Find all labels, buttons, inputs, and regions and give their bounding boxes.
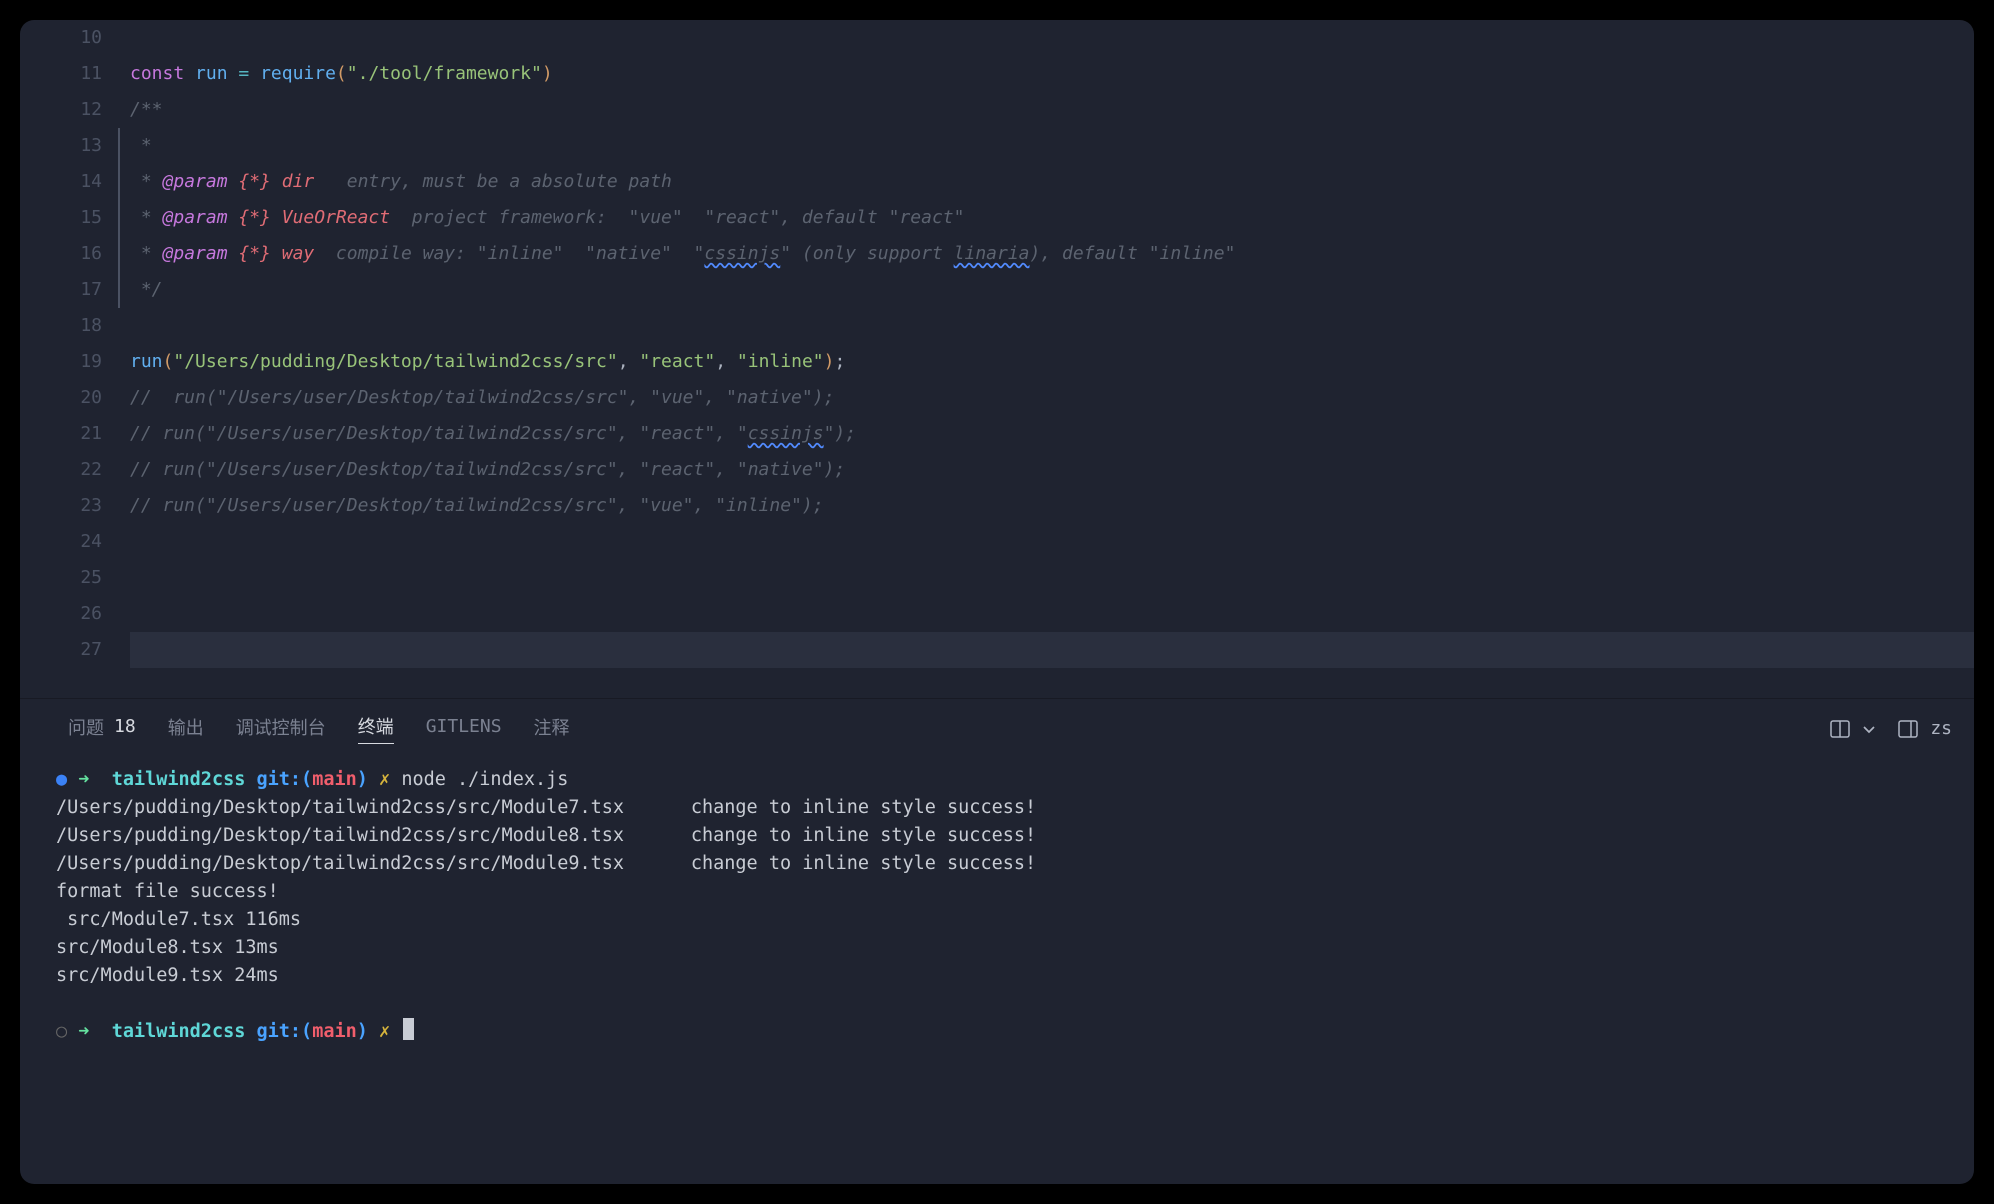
code-line: const run = require("./tool/framework")	[130, 56, 1974, 92]
code-line: */	[130, 272, 1974, 308]
terminal-prompt-line: ○ ➜ tailwind2css git:(main) ✗	[56, 1018, 1952, 1046]
tab-comments[interactable]: 注释	[534, 714, 570, 744]
tab-gitlens[interactable]: GITLENS	[426, 716, 502, 741]
terminal-line: /Users/pudding/Desktop/tailwind2css/src/…	[56, 794, 1952, 822]
code-line: * @param {*} VueOrReact project framewor…	[130, 200, 1974, 236]
chevron-down-icon[interactable]	[1862, 722, 1876, 736]
split-panel-icon[interactable]	[1830, 720, 1850, 738]
panel-right-label: zs	[1930, 718, 1952, 739]
code-line	[130, 524, 1974, 560]
tab-terminal[interactable]: 终端	[358, 713, 394, 744]
layout-icon[interactable]	[1898, 720, 1918, 738]
tab-label: 问题	[68, 714, 104, 740]
terminal-output[interactable]: ● ➜ tailwind2css git:(main) ✗ node ./ind…	[20, 754, 1974, 1066]
code-line: // run("/Users/user/Desktop/tailwind2css…	[130, 488, 1974, 524]
terminal-command: node ./index.js	[401, 769, 568, 790]
tab-debug-console[interactable]: 调试控制台	[236, 714, 326, 744]
code-content[interactable]: const run = require("./tool/framework") …	[130, 20, 1974, 668]
code-line: // run("/Users/user/Desktop/tailwind2css…	[130, 380, 1974, 416]
terminal-cursor	[403, 1018, 414, 1040]
code-line: /**	[130, 92, 1974, 128]
editor-window: 101112 131415 161718 192021 222324 25262…	[20, 20, 1974, 1184]
code-line: // run("/Users/user/Desktop/tailwind2css…	[130, 416, 1974, 452]
line-gutter: 101112 131415 161718 192021 222324 25262…	[20, 20, 130, 668]
code-line: run("/Users/pudding/Desktop/tailwind2css…	[130, 344, 1974, 380]
code-line-active	[130, 632, 1974, 668]
terminal-line	[56, 990, 1952, 1018]
code-line	[130, 308, 1974, 344]
bottom-panel: 问题 18 输出 调试控制台 终端 GITLENS 注释 zs	[20, 698, 1974, 1066]
code-line: // run("/Users/user/Desktop/tailwind2css…	[130, 452, 1974, 488]
terminal-line: format file success!	[56, 878, 1952, 906]
code-line: *	[130, 128, 1974, 164]
code-line	[130, 20, 1974, 56]
code-line	[130, 596, 1974, 632]
code-editor[interactable]: 101112 131415 161718 192021 222324 25262…	[20, 20, 1974, 668]
terminal-line: src/Module9.tsx 24ms	[56, 962, 1952, 990]
tab-problems[interactable]: 问题 18	[68, 714, 136, 744]
tab-output[interactable]: 输出	[168, 714, 204, 744]
terminal-line: /Users/pudding/Desktop/tailwind2css/src/…	[56, 822, 1952, 850]
problems-count: 18	[114, 716, 136, 737]
panel-tabs: 问题 18 输出 调试控制台 终端 GITLENS 注释 zs	[20, 699, 1974, 754]
terminal-line: src/Module7.tsx 116ms	[56, 906, 1952, 934]
terminal-prompt-line: ● ➜ tailwind2css git:(main) ✗ node ./ind…	[56, 766, 1952, 794]
code-line: * @param {*} dir entry, must be a absolu…	[130, 164, 1974, 200]
code-line	[130, 560, 1974, 596]
code-line: * @param {*} way compile way: "inline" "…	[130, 236, 1974, 272]
terminal-line: /Users/pudding/Desktop/tailwind2css/src/…	[56, 850, 1952, 878]
terminal-line: src/Module8.tsx 13ms	[56, 934, 1952, 962]
